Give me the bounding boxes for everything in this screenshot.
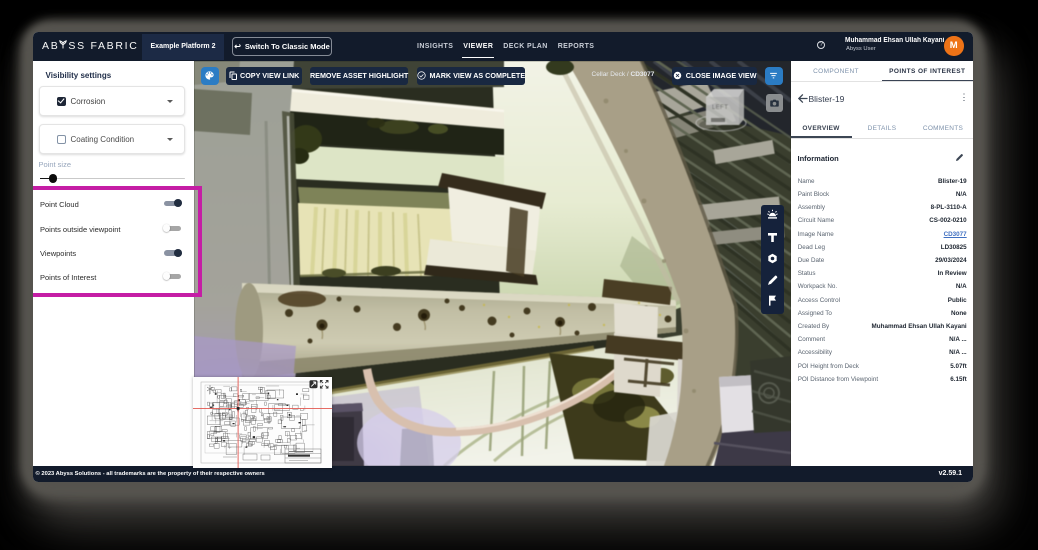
svg-text:LEFT: LEFT: [712, 105, 728, 111]
